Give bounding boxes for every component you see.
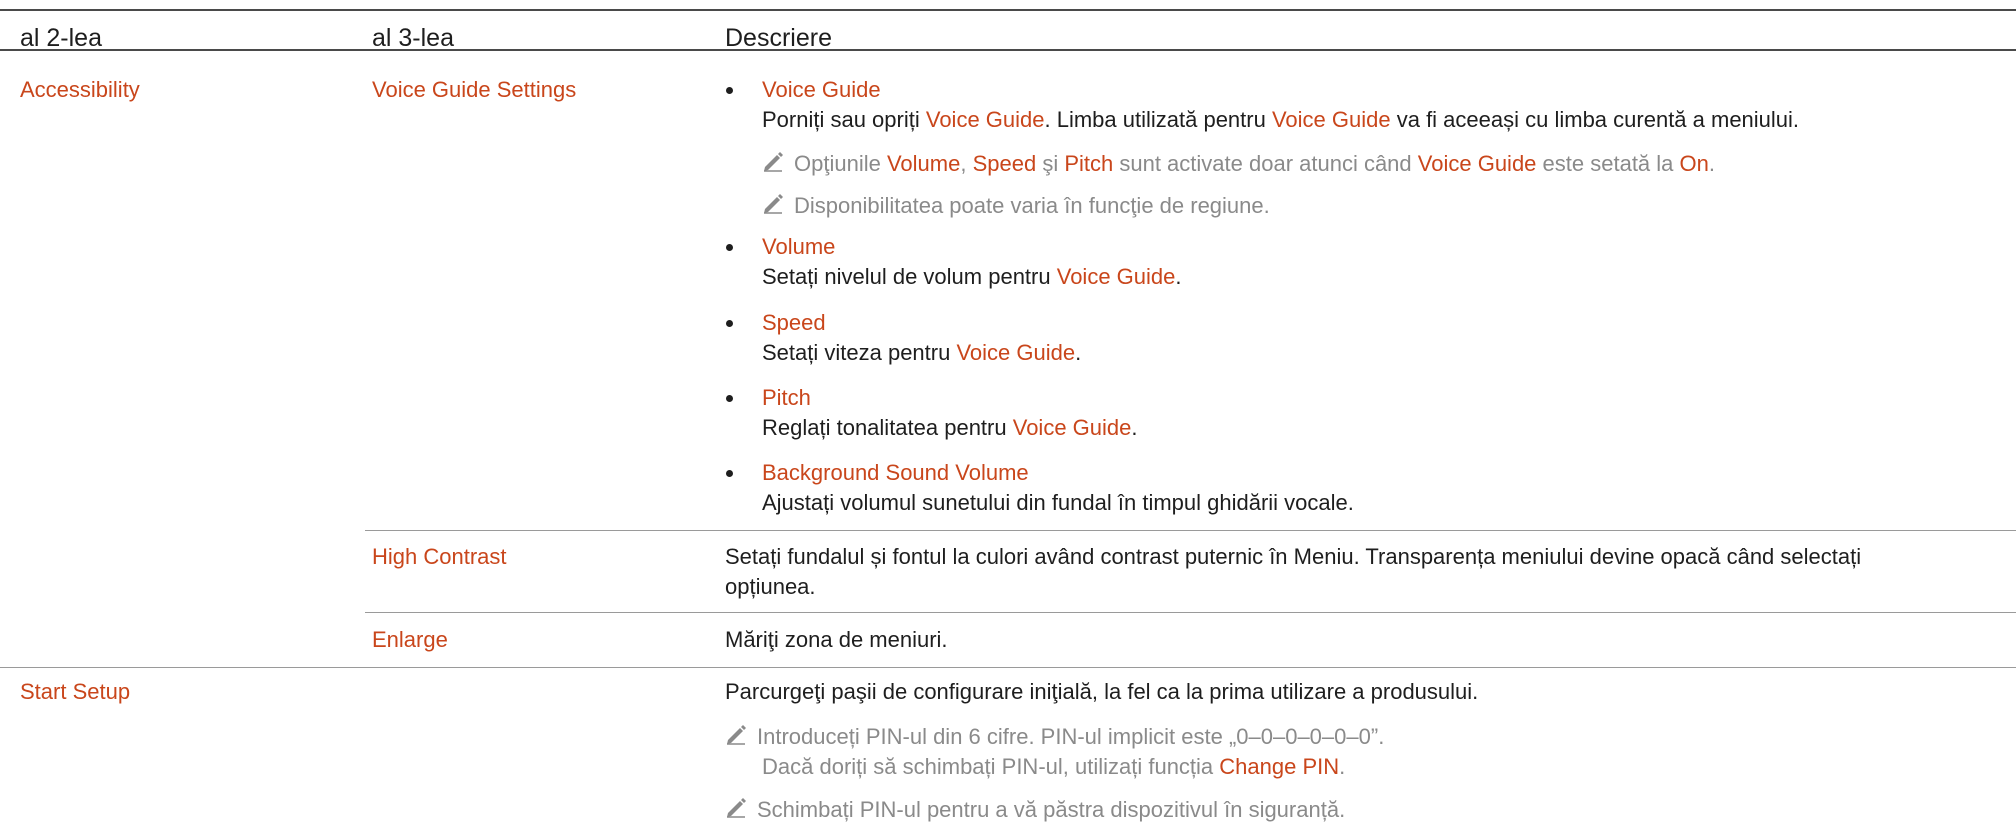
bullet — [726, 244, 733, 251]
high-contrast-description-line2: opțiunea. — [725, 574, 816, 599]
bullet — [726, 320, 733, 327]
menu-item-start-setup[interactable]: Start Setup — [20, 677, 130, 707]
pitch-title[interactable]: Pitch — [762, 383, 811, 413]
note-default-pin: Introduceți PIN-ul din 6 cifre. PIN-ul i… — [725, 722, 1384, 753]
background-sound-volume-title[interactable]: Background Sound Volume — [762, 458, 1029, 488]
enlarge-description: Măriţi zona de meniuri. — [725, 627, 948, 652]
speed-description: Setați viteza pentru Voice Guide. — [762, 340, 1082, 365]
voice-guide-description: Porniți sau opriți Voice Guide. Limba ut… — [762, 107, 1800, 132]
voice-guide-title[interactable]: Voice Guide — [762, 75, 881, 105]
menu-item-high-contrast[interactable]: High Contrast — [372, 542, 507, 572]
pencil-note-icon — [762, 192, 784, 222]
pencil-note-icon — [725, 723, 747, 753]
pitch-description: Reglați tonalitatea pentru Voice Guide. — [762, 415, 1138, 440]
header-col2: al 2-lea — [20, 24, 102, 52]
menu-item-voice-guide-settings[interactable]: Voice Guide Settings — [372, 75, 576, 105]
change-pin-link[interactable]: Change PIN — [1219, 754, 1339, 779]
note-change-pin: Dacă doriți să schimbați PIN-ul, utiliza… — [762, 754, 1346, 779]
speed-title[interactable]: Speed — [762, 308, 826, 338]
volume-title[interactable]: Volume — [762, 232, 835, 262]
row-divider — [365, 612, 2016, 613]
menu-item-enlarge[interactable]: Enlarge — [372, 625, 448, 655]
high-contrast-description-line1: Setați fundalul și fontul la culori avân… — [725, 544, 1862, 569]
background-sound-volume-description: Ajustați volumul sunetului din fundal în… — [762, 490, 1354, 515]
row-divider — [365, 530, 2016, 531]
note-region-availability: Disponibilitatea poate varia în funcţie … — [762, 191, 1270, 222]
note-keep-pin-safe: Schimbați PIN-ul pentru a vă păstra disp… — [725, 795, 1345, 826]
bullet — [726, 470, 733, 477]
header-col3: al 3-lea — [372, 24, 454, 52]
menu-item-accessibility[interactable]: Accessibility — [20, 75, 140, 105]
bullet — [726, 87, 733, 94]
bullet — [726, 395, 733, 402]
volume-description: Setați nivelul de volum pentru Voice Gui… — [762, 264, 1182, 289]
pencil-note-icon — [725, 796, 747, 826]
table-top-rule — [0, 9, 2016, 11]
header-col4: Descriere — [725, 24, 832, 52]
note-options-availability: Opţiunile Volume, Speed şi Pitch sunt ac… — [762, 149, 1715, 180]
pencil-note-icon — [762, 150, 784, 180]
row-divider — [0, 667, 2016, 668]
start-setup-description: Parcurgeţi paşii de configurare iniţială… — [725, 679, 1479, 704]
header-bottom-rule — [0, 49, 2016, 51]
